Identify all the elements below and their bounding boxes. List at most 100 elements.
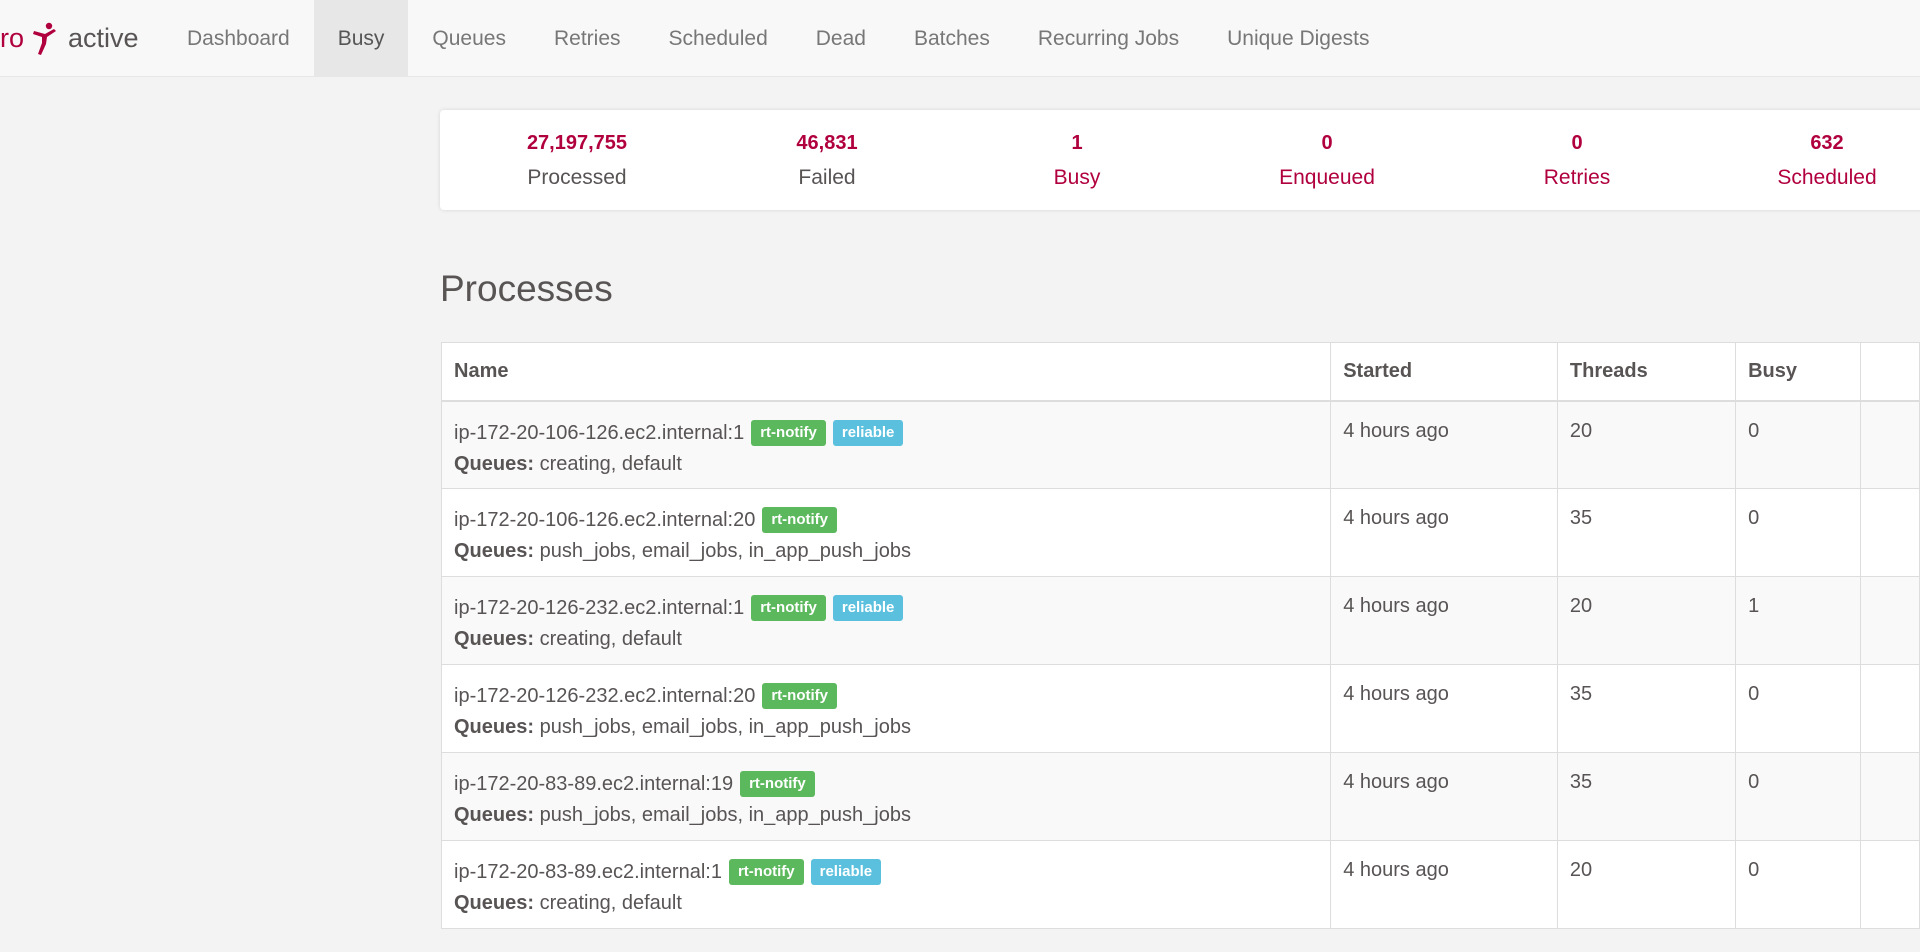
process-tag-rt-notify: rt-notify [762,507,837,533]
nav-label: Busy [337,26,385,50]
process-busy: 0 [1735,840,1861,929]
process-queues: Queues: push_jobs, email_jobs, in_app_pu… [454,539,1318,563]
stat-count: 632 [1810,132,1844,154]
karate-kick-icon [33,22,57,55]
process-actions [1859,840,1920,929]
table-row: ip-172-20-83-89.ec2.internal:1 rt-notify r… [440,840,1920,929]
process-queues: Queues: creating, default [454,891,1318,915]
queues-label: Queues: [454,804,535,826]
process-queues: Queues: creating, default [454,452,1318,476]
nav-queues[interactable]: Queues [408,0,530,77]
stat-label: Scheduled [1777,166,1877,189]
brand-suffix: active [68,23,139,53]
stat-count: 46,831 [796,132,858,154]
process-identity: ip-172-20-106-126.ec2.internal:20 rt-noti… [454,507,1318,533]
process-busy: 1 [1735,576,1861,665]
stat-busy[interactable]: 1 Busy [952,110,1202,210]
process-name-cell: ip-172-20-126-232.ec2.internal:1 rt-notif… [440,576,1332,665]
process-name: ip-172-20-106-126.ec2.internal:20 [454,509,756,531]
queues-value: creating, default [539,628,682,650]
process-actions [1859,576,1920,665]
column-header-actions [1859,342,1920,402]
process-tag-reliable: reliable [832,595,904,621]
process-name-cell: ip-172-20-126-232.ec2.internal:20 rt-noti… [440,664,1332,753]
stat-count: 0 [1571,132,1583,154]
process-threads: 35 [1556,752,1737,841]
nav-busy[interactable]: Busy [313,0,409,77]
process-started: 4 hours ago [1330,840,1558,929]
process-threads: 20 [1556,576,1737,665]
nav-unique-digests[interactable]: Unique Digests [1203,0,1393,77]
queues-label: Queues: [454,892,535,914]
queues-value: creating, default [539,892,682,914]
queues-value: creating, default [539,452,682,475]
table-row: ip-172-20-83-89.ec2.internal:19 rt-notify… [440,752,1920,841]
column-header-started: Started [1330,342,1558,402]
nav-scheduled[interactable]: Scheduled [645,0,792,77]
nav-label: Batches [913,26,990,50]
process-identity: ip-172-20-126-232.ec2.internal:1 rt-notif… [454,595,1318,621]
stat-scheduled[interactable]: 632 Scheduled [1702,110,1920,210]
nav-retries[interactable]: Retries [530,0,645,77]
process-busy: 0 [1735,488,1861,577]
stat-label: Retries [1543,166,1611,189]
process-identity: ip-172-20-83-89.ec2.internal:19 rt-notify [454,771,1318,797]
queues-label: Queues: [454,540,535,562]
stat-failed[interactable]: 46,831 Failed [702,110,952,210]
stat-count: 0 [1321,132,1333,154]
stat-label: Busy [1053,166,1101,189]
process-name: ip-172-20-83-89.ec2.internal:1 [454,861,722,883]
queues-value: push_jobs, email_jobs, in_app_push_jobs [539,540,911,562]
nav-label: Retries [553,26,621,50]
stat-processed[interactable]: 27,197,755 Processed [452,110,702,210]
stat-label: Processed [527,166,627,189]
process-started: 4 hours ago [1330,576,1558,665]
nav-recurring-jobs[interactable]: Recurring Jobs [1014,0,1203,77]
process-actions [1859,400,1920,489]
nav-dashboard[interactable]: Dashboard [163,0,314,77]
queues-label: Queues: [454,628,535,650]
queues-value: push_jobs, email_jobs, in_app_push_jobs [539,716,911,738]
process-threads: 20 [1556,400,1737,489]
stat-count: 1 [1071,132,1083,154]
table-header-row: Name Started Threads Busy [440,342,1920,402]
process-queues: Queues: creating, default [454,627,1318,651]
stat-label: Failed [798,166,856,189]
process-tag-rt-notify: rt-notify [751,419,826,446]
process-started: 4 hours ago [1330,752,1558,841]
process-identity: ip-172-20-126-232.ec2.internal:20 rt-noti… [454,683,1318,709]
process-name: ip-172-20-126-232.ec2.internal:1 [454,597,745,619]
stat-retries[interactable]: 0 Retries [1452,110,1702,210]
processes-table-body: ip-172-20-106-126.ec2.internal:1 rt-notif… [440,400,1920,929]
process-tag-rt-notify: rt-notify [728,859,804,885]
brand[interactable]: ro active [0,0,139,77]
nav-label: Dead [815,26,866,50]
table-row: ip-172-20-126-232.ec2.internal:1 rt-notif… [440,576,1920,665]
process-started: 4 hours ago [1330,400,1558,489]
processes-table: Name Started Threads Busy ip-172-20-106-… [440,342,1920,929]
nav-batches[interactable]: Batches [890,0,1014,77]
table-row: ip-172-20-126-232.ec2.internal:20 rt-noti… [440,664,1920,753]
process-name: ip-172-20-106-126.ec2.internal:1 [454,421,745,444]
process-name: ip-172-20-126-232.ec2.internal:20 [454,685,756,707]
stat-enqueued[interactable]: 0 Enqueued [1202,110,1452,210]
queues-label: Queues: [454,452,535,475]
stat-count: 27,197,755 [526,132,628,154]
process-queues: Queues: push_jobs, email_jobs, in_app_pu… [454,715,1318,739]
nav-label: Queues [432,26,506,50]
process-threads: 35 [1556,664,1737,753]
brand-prefix: ro [0,23,25,53]
nav-label: Dashboard [187,26,290,50]
process-tag-rt-notify: rt-notify [751,595,826,621]
process-tag-reliable: reliable [832,419,904,446]
process-actions [1859,664,1920,753]
process-name-cell: ip-172-20-83-89.ec2.internal:19 rt-notify… [440,752,1332,841]
process-threads: 35 [1556,488,1737,577]
table-row: ip-172-20-106-126.ec2.internal:20 rt-noti… [440,488,1920,577]
process-tag-rt-notify: rt-notify [762,683,837,709]
nav-label: Scheduled [668,26,768,50]
process-actions [1859,488,1920,577]
column-header-threads: Threads [1556,342,1737,402]
nav-dead[interactable]: Dead [792,0,890,77]
column-header-busy: Busy [1735,342,1861,402]
